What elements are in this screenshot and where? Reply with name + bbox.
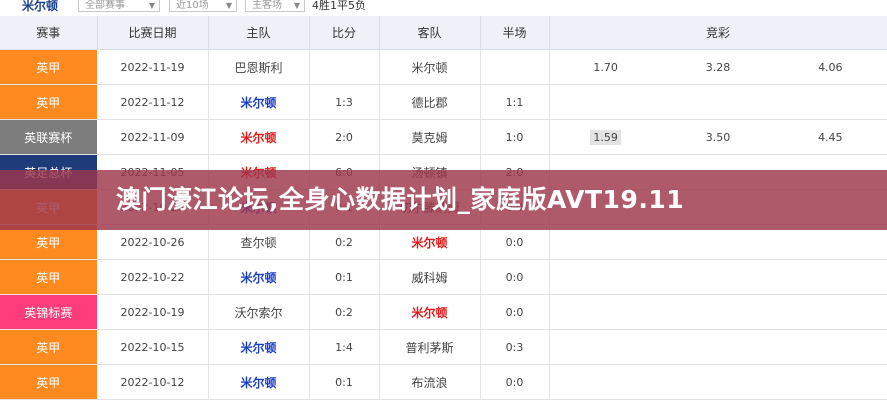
date-cell: 2022-10-12 (97, 364, 209, 400)
away-team-cell[interactable]: 威科姆 (379, 259, 481, 295)
away-team-cell[interactable]: 普利茅斯 (379, 329, 481, 365)
away-team-cell[interactable]: 米尔顿 (379, 49, 481, 85)
date-cell: 2022-10-15 (97, 329, 209, 365)
odds-cell (549, 84, 887, 120)
odds-value: 3.28 (705, 60, 731, 74)
date-cell: 2022-10-22 (97, 259, 209, 295)
table-row[interactable]: 英甲 2022-10-12 米尔顿 0:1 布流浪 0:0 (0, 364, 887, 400)
filter-bar: 米尔顿 全部赛事 ▼ 近10场 ▼ 主客场 ▼ 4胜1平5负 (0, 0, 887, 16)
table-row[interactable]: 英甲 2022-11-19 巴恩斯利 米尔顿 1.70 3.28 4.06 (0, 49, 887, 85)
table-row[interactable]: 英甲 2022-11-12 米尔顿 1:3 德比郡 1:1 (0, 84, 887, 120)
league-cell[interactable]: 英甲 (0, 364, 98, 400)
odds-value: 3.50 (705, 130, 731, 144)
score-cell[interactable]: 0:2 (309, 294, 380, 330)
league-cell[interactable]: 英锦标赛 (0, 294, 98, 330)
halftime-cell: 1:1 (480, 84, 550, 120)
halftime-cell (480, 49, 550, 85)
chevron-down-icon: ▼ (293, 1, 300, 10)
record-summary: 4胜1平5负 (312, 0, 366, 12)
home-team-cell[interactable]: 米尔顿 (208, 119, 310, 155)
header-away: 客队 (379, 16, 481, 50)
venue-select[interactable]: 主客场 ▼ (245, 0, 305, 12)
banner-text: 澳门濠江论坛,全身心数据计划_家庭版AVT19.11 (116, 185, 685, 214)
competition-select[interactable]: 全部赛事 ▼ (78, 0, 160, 12)
home-team-cell[interactable]: 米尔顿 (208, 259, 310, 295)
league-cell[interactable]: 英联赛杯 (0, 119, 98, 155)
table-header-row: 赛事 比赛日期 主队 比分 客队 半场 竞彩 (0, 16, 887, 50)
table-row[interactable]: 英甲 2022-10-15 米尔顿 1:4 普利茅斯 0:3 (0, 329, 887, 365)
odds-value: 1.70 (593, 60, 618, 74)
header-halftime: 半场 (480, 16, 550, 50)
away-team-cell[interactable]: 米尔顿 (379, 294, 481, 330)
score-cell[interactable]: 0:1 (309, 259, 380, 295)
table-row[interactable]: 英锦标赛 2022-10-19 沃尔索尔 0:2 米尔顿 0:0 (0, 294, 887, 330)
odds-value: 4.06 (818, 60, 843, 74)
home-team-cell[interactable]: 巴恩斯利 (208, 49, 310, 85)
odds-cell: 1.59 3.50 4.45 (549, 119, 887, 155)
odds-cell (549, 294, 887, 330)
date-cell: 2022-11-09 (97, 119, 209, 155)
header-date: 比赛日期 (97, 16, 209, 50)
header-score: 比分 (309, 16, 380, 50)
chevron-down-icon: ▼ (225, 1, 232, 10)
league-cell[interactable]: 英甲 (0, 259, 98, 295)
score-cell[interactable] (309, 49, 380, 85)
odds-value: 4.45 (818, 130, 843, 144)
date-cell: 2022-11-19 (97, 49, 209, 85)
halftime-cell: 0:0 (480, 259, 550, 295)
score-cell[interactable]: 1:4 (309, 329, 380, 365)
match-count-select[interactable]: 近10场 ▼ (169, 0, 237, 12)
away-team-cell[interactable]: 德比郡 (379, 84, 481, 120)
away-team-cell[interactable]: 莫克姆 (379, 119, 481, 155)
home-team-cell[interactable]: 米尔顿 (208, 329, 310, 365)
date-cell: 2022-11-12 (97, 84, 209, 120)
odds-cell (549, 329, 887, 365)
header-odds: 竞彩 (549, 16, 887, 50)
halftime-cell: 0:0 (480, 294, 550, 330)
header-league: 赛事 (0, 16, 98, 50)
league-cell[interactable]: 英甲 (0, 329, 98, 365)
chevron-down-icon: ▼ (148, 1, 155, 10)
league-cell[interactable]: 英甲 (0, 49, 98, 85)
overlay-banner: 澳门濠江论坛,全身心数据计划_家庭版AVT19.11 (0, 170, 887, 230)
halftime-cell: 1:0 (480, 119, 550, 155)
score-cell[interactable]: 0:1 (309, 364, 380, 400)
table-row[interactable]: 英甲 2022-10-22 米尔顿 0:1 威科姆 0:0 (0, 259, 887, 295)
home-team-cell[interactable]: 米尔顿 (208, 84, 310, 120)
away-team-cell[interactable]: 布流浪 (379, 364, 481, 400)
date-cell: 2022-10-19 (97, 294, 209, 330)
halftime-cell: 0:0 (480, 364, 550, 400)
odds-cell (549, 259, 887, 295)
odds-cell: 1.70 3.28 4.06 (549, 49, 887, 85)
league-cell[interactable]: 英甲 (0, 84, 98, 120)
table-row[interactable]: 英联赛杯 2022-11-09 米尔顿 2:0 莫克姆 1:0 1.59 3.50 4.45 (0, 119, 887, 155)
score-cell[interactable]: 2:0 (309, 119, 380, 155)
header-home: 主队 (208, 16, 310, 50)
odds-value: 1.59 (550, 129, 662, 145)
odds-cell (549, 364, 887, 400)
halftime-cell: 0:3 (480, 329, 550, 365)
home-team-cell[interactable]: 米尔顿 (208, 364, 310, 400)
team-title: 米尔顿 (22, 0, 59, 13)
home-team-cell[interactable]: 沃尔索尔 (208, 294, 310, 330)
score-cell[interactable]: 1:3 (309, 84, 380, 120)
